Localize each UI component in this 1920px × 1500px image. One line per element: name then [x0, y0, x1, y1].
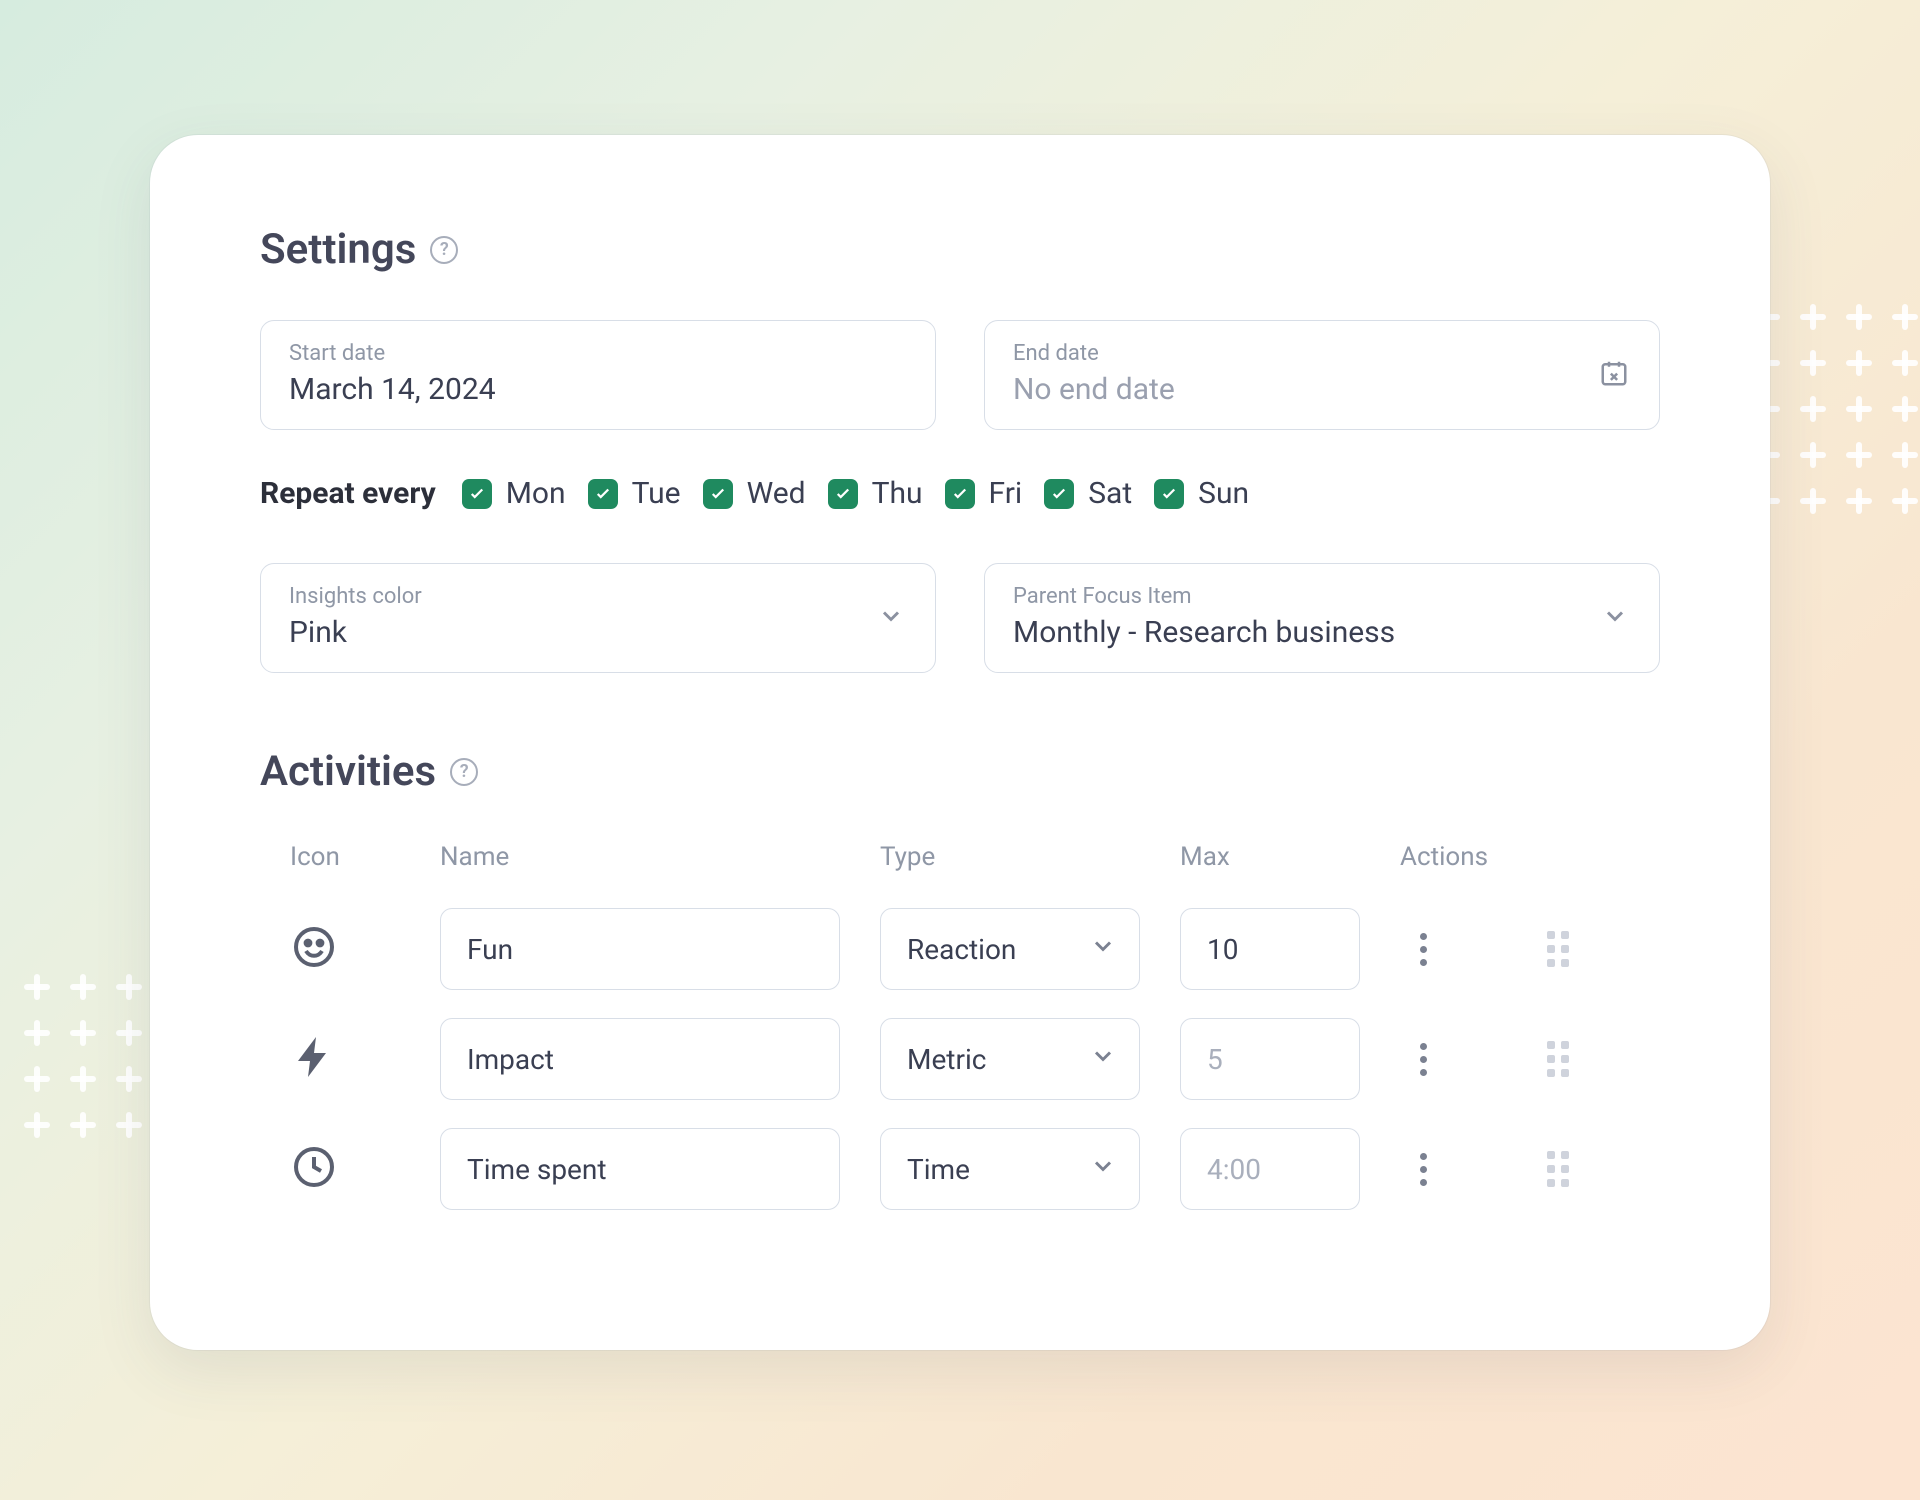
- day-label: Sun: [1198, 476, 1249, 511]
- end-date-label: End date: [1013, 341, 1631, 366]
- checkbox-icon: [1044, 479, 1074, 509]
- activity-max-input[interactable]: 10: [1180, 908, 1360, 990]
- checkbox-icon: [1154, 479, 1184, 509]
- activity-actions: [1400, 931, 1630, 967]
- drag-handle-icon[interactable]: [1547, 931, 1569, 967]
- day-checkbox-sat[interactable]: Sat: [1044, 476, 1132, 511]
- start-date-field[interactable]: Start date March 14, 2024: [260, 320, 936, 430]
- activity-type-select[interactable]: Metric: [880, 1018, 1140, 1100]
- decorative-sparkles: [1750, 300, 1920, 560]
- activity-row: Fun Reaction 10: [260, 894, 1660, 1004]
- settings-heading: Settings ?: [260, 225, 1660, 274]
- activity-type-value: Time: [907, 1153, 970, 1186]
- drag-handle-icon[interactable]: [1547, 1151, 1569, 1187]
- activity-actions: [1400, 1041, 1630, 1077]
- bolt-icon[interactable]: [290, 1033, 400, 1085]
- activity-row: Time spent Time 4:00: [260, 1114, 1660, 1224]
- activities-heading-text: Activities: [260, 747, 436, 796]
- col-type: Type: [880, 842, 1140, 872]
- help-icon[interactable]: ?: [450, 758, 478, 786]
- activity-max-input[interactable]: 4:00: [1180, 1128, 1360, 1210]
- activity-actions: [1400, 1151, 1630, 1187]
- help-icon[interactable]: ?: [430, 236, 458, 264]
- day-label: Sat: [1088, 476, 1132, 511]
- chevron-down-icon: [1089, 1042, 1117, 1077]
- chevron-down-icon: [1089, 1152, 1117, 1187]
- calendar-clear-icon[interactable]: [1599, 358, 1629, 392]
- day-label: Mon: [506, 476, 566, 511]
- checkbox-icon: [945, 479, 975, 509]
- checkbox-icon: [828, 479, 858, 509]
- day-label: Tue: [632, 476, 681, 511]
- col-actions: Actions: [1400, 842, 1630, 872]
- insights-color-select[interactable]: Insights color Pink: [260, 563, 936, 673]
- chevron-down-icon: [1601, 602, 1629, 634]
- day-label: Thu: [872, 476, 923, 511]
- settings-card: Settings ? Start date March 14, 2024 End…: [150, 135, 1770, 1350]
- app-background: Settings ? Start date March 14, 2024 End…: [0, 0, 1920, 1500]
- day-checkbox-mon[interactable]: Mon: [462, 476, 566, 511]
- activity-type-select[interactable]: Time: [880, 1128, 1140, 1210]
- settings-heading-text: Settings: [260, 225, 416, 274]
- parent-focus-select[interactable]: Parent Focus Item Monthly - Research bus…: [984, 563, 1660, 673]
- more-actions-button[interactable]: [1420, 1043, 1427, 1076]
- day-checkbox-fri[interactable]: Fri: [945, 476, 1023, 511]
- parent-focus-value: Monthly - Research business: [1013, 615, 1631, 650]
- day-checkbox-tue[interactable]: Tue: [588, 476, 681, 511]
- repeat-every-row: Repeat every Mon Tue Wed Thu Fri Sat Sun: [260, 476, 1660, 511]
- checkbox-icon: [588, 479, 618, 509]
- activities-table-header: Icon Name Type Max Actions: [260, 842, 1660, 894]
- col-icon: Icon: [290, 842, 400, 872]
- activity-type-value: Metric: [907, 1043, 986, 1076]
- chevron-down-icon: [1089, 932, 1117, 967]
- drag-handle-icon[interactable]: [1547, 1041, 1569, 1077]
- checkbox-icon: [462, 479, 492, 509]
- day-checkbox-wed[interactable]: Wed: [703, 476, 806, 511]
- insights-color-value: Pink: [289, 615, 907, 650]
- day-checkbox-sun[interactable]: Sun: [1154, 476, 1249, 511]
- activity-name-input[interactable]: Time spent: [440, 1128, 840, 1210]
- parent-focus-label: Parent Focus Item: [1013, 584, 1631, 609]
- col-name: Name: [440, 842, 840, 872]
- activity-name-input[interactable]: Fun: [440, 908, 840, 990]
- day-checkbox-thu[interactable]: Thu: [828, 476, 923, 511]
- end-date-placeholder: No end date: [1013, 372, 1631, 407]
- day-label: Fri: [989, 476, 1023, 511]
- repeat-every-label: Repeat every: [260, 476, 436, 511]
- activity-row: Impact Metric 5: [260, 1004, 1660, 1114]
- more-actions-button[interactable]: [1420, 1153, 1427, 1186]
- start-date-label: Start date: [289, 341, 907, 366]
- chevron-down-icon: [877, 602, 905, 634]
- start-date-value: March 14, 2024: [289, 372, 907, 407]
- end-date-field[interactable]: End date No end date: [984, 320, 1660, 430]
- activity-type-value: Reaction: [907, 933, 1016, 966]
- more-actions-button[interactable]: [1420, 933, 1427, 966]
- activity-type-select[interactable]: Reaction: [880, 908, 1140, 990]
- day-label: Wed: [747, 476, 806, 511]
- smile-icon[interactable]: [290, 923, 400, 975]
- activities-heading: Activities ?: [260, 747, 1660, 796]
- clock-icon[interactable]: [290, 1143, 400, 1195]
- insights-color-label: Insights color: [289, 584, 907, 609]
- checkbox-icon: [703, 479, 733, 509]
- activity-name-input[interactable]: Impact: [440, 1018, 840, 1100]
- activity-max-input[interactable]: 5: [1180, 1018, 1360, 1100]
- col-max: Max: [1180, 842, 1360, 872]
